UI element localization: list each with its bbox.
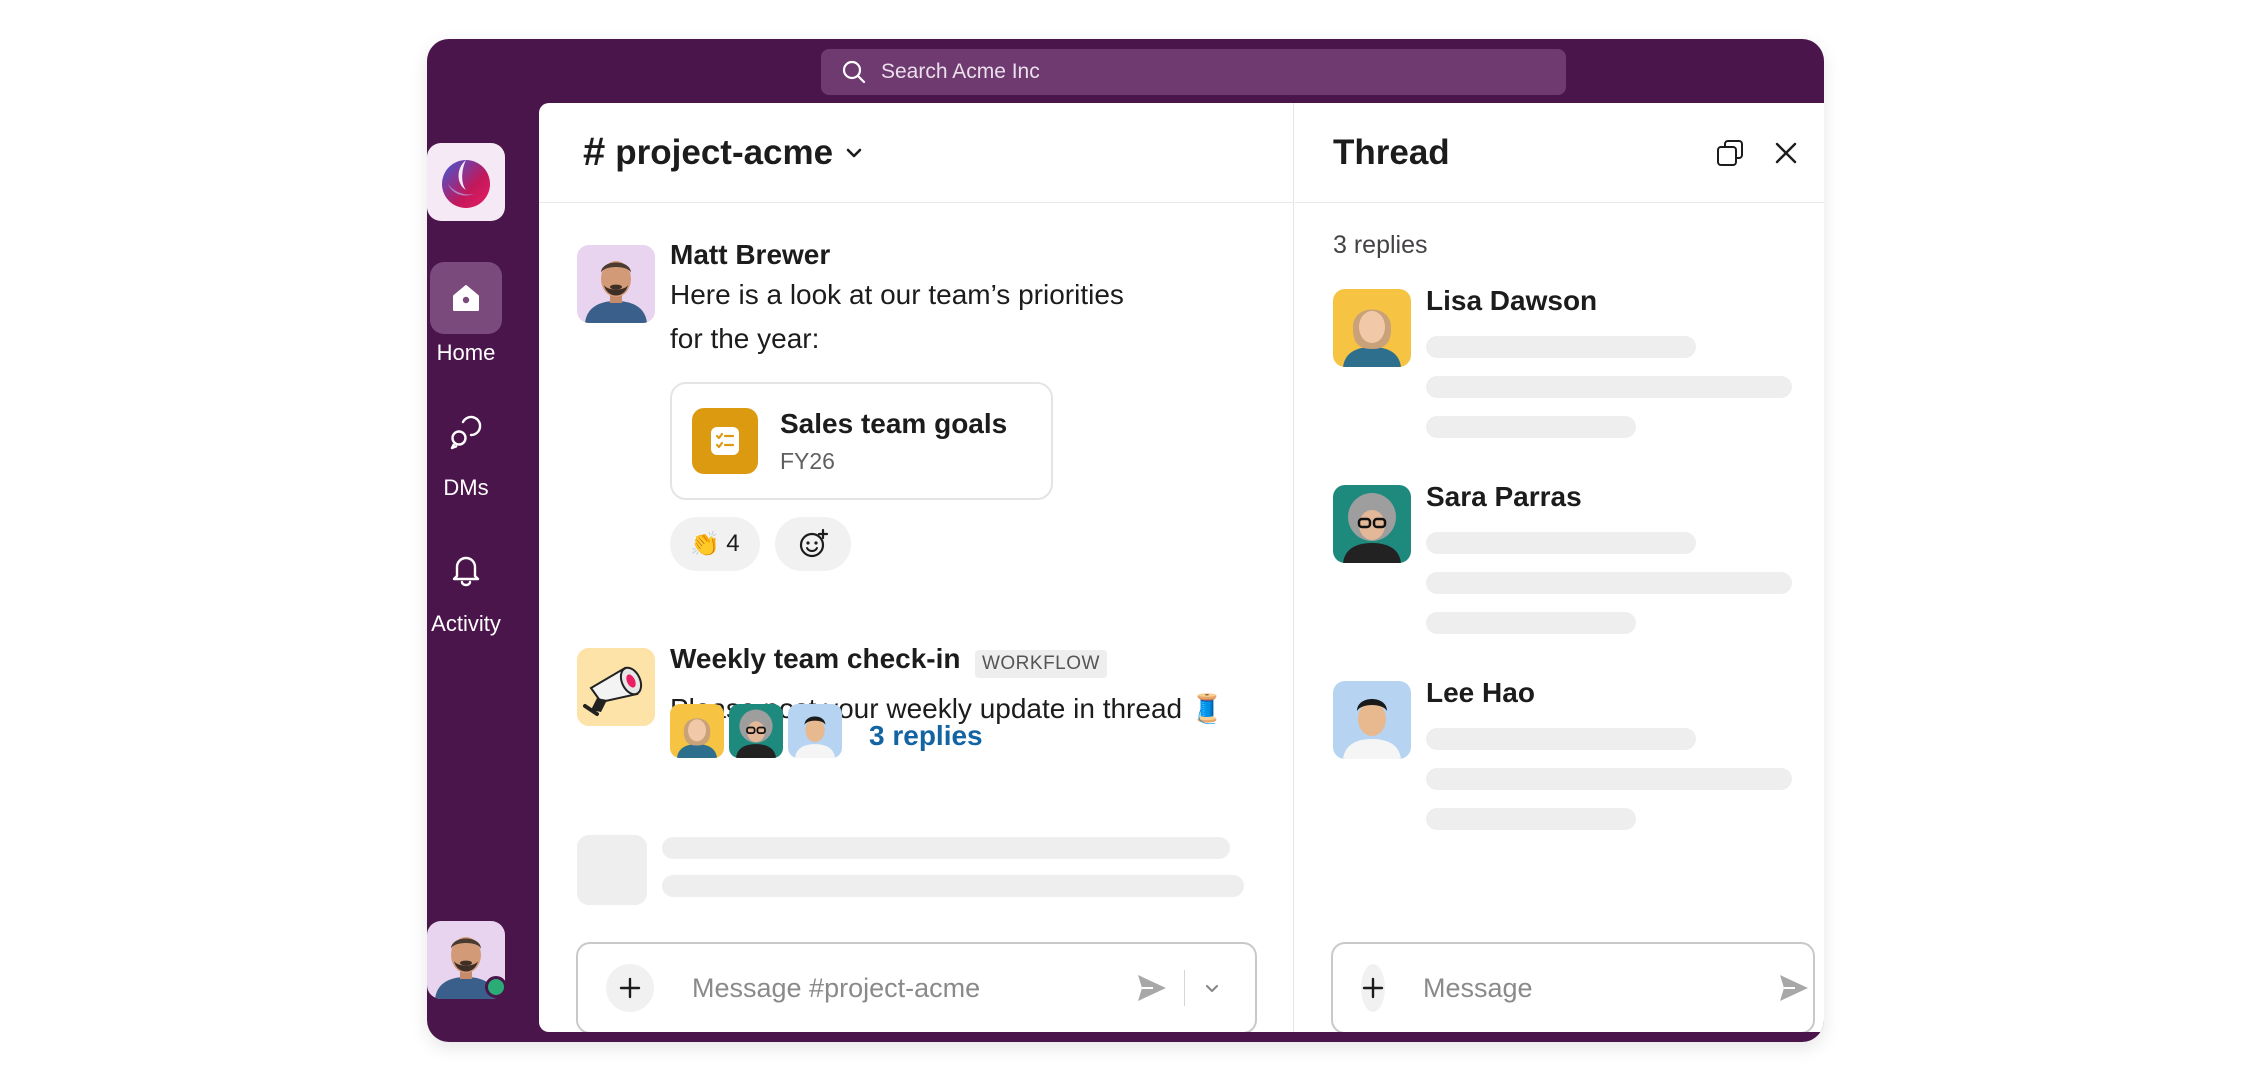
- skeleton-line: [1426, 808, 1636, 830]
- sidebar-rail: Home DMs Activity: [427, 39, 539, 1042]
- megaphone-icon: [577, 648, 655, 726]
- message-sender[interactable]: Weekly team check-in: [670, 643, 961, 674]
- hash-icon: #: [583, 130, 606, 174]
- rail-home-box: [430, 262, 502, 334]
- search-icon: [842, 60, 866, 84]
- send-icon: [1138, 975, 1166, 1001]
- reaction-clap[interactable]: 👏 4: [670, 517, 760, 571]
- workspace-logo[interactable]: [427, 143, 505, 221]
- message-text-line1: Here is a look at our team’s priorities: [670, 279, 1124, 310]
- rail-item-dms[interactable]: DMs: [427, 397, 505, 501]
- presence-indicator: [485, 976, 507, 998]
- checklist-icon: [711, 427, 739, 455]
- popout-icon: [1717, 139, 1743, 166]
- open-in-window-button[interactable]: [1712, 135, 1748, 171]
- add-reaction-button[interactable]: [775, 517, 851, 571]
- thread-reply-count: 3 replies: [1333, 231, 1428, 259]
- send-button[interactable]: [1132, 968, 1172, 1008]
- replies-link[interactable]: 3 replies: [869, 720, 983, 752]
- workflow-sender-row: Weekly team check-in WORKFLOW: [670, 643, 1107, 678]
- user-photo-icon: [788, 704, 842, 758]
- dms-icon: [450, 415, 482, 450]
- rail-item-home[interactable]: Home: [427, 262, 505, 366]
- message-sender[interactable]: Matt Brewer: [670, 239, 830, 271]
- file-icon-box: [692, 408, 758, 474]
- reply-sender[interactable]: Lisa Dawson: [1426, 285, 1597, 317]
- plus-icon: [1362, 977, 1384, 999]
- add-emoji-icon: [799, 528, 829, 558]
- attach-button[interactable]: [606, 964, 654, 1012]
- message-text-line2: for the year:: [670, 323, 820, 354]
- plus-icon: [619, 977, 641, 999]
- channel-name: project-acme: [615, 132, 834, 172]
- search-bar[interactable]: Search Acme Inc: [821, 49, 1566, 95]
- send-button[interactable]: [1777, 968, 1811, 1008]
- avatar-matt-brewer[interactable]: [577, 245, 655, 323]
- avatar-lee-hao[interactable]: [1333, 681, 1411, 759]
- user-photo-icon: [1333, 485, 1411, 563]
- user-photo-icon: [1333, 289, 1411, 367]
- send-icon: [1780, 975, 1808, 1001]
- reaction-count: 4: [726, 530, 740, 557]
- thread-title: Thread: [1333, 132, 1450, 172]
- channel-composer: [576, 942, 1257, 1032]
- bell-icon: [452, 556, 480, 587]
- user-photo-icon: [1333, 681, 1411, 759]
- composer-divider: [1184, 970, 1185, 1006]
- channel-pane: # project-acme Matt Brewer Here is a loo…: [539, 103, 1294, 1032]
- thread-header: Thread: [1295, 103, 1824, 203]
- workflow-badge: WORKFLOW: [974, 649, 1107, 678]
- channel-title-button[interactable]: # project-acme: [539, 130, 865, 175]
- message-input[interactable]: [692, 972, 1132, 1004]
- user-photo-icon: [577, 245, 655, 323]
- rail-label-home: Home: [436, 340, 496, 365]
- skeleton-line: [1426, 336, 1696, 358]
- close-icon: [1775, 142, 1797, 163]
- skeleton-line: [662, 875, 1244, 897]
- chevron-down-icon: [846, 148, 862, 157]
- skeleton-line: [1426, 728, 1696, 750]
- avatar-lisa-dawson[interactable]: [1333, 289, 1411, 367]
- skeleton-line: [1426, 376, 1792, 398]
- search-placeholder: Search Acme Inc: [881, 60, 1040, 83]
- avatar-workflow[interactable]: [577, 648, 655, 726]
- rail-activity-box: [430, 533, 502, 605]
- chevron-down-icon: [1205, 984, 1219, 993]
- file-title: Sales team goals: [780, 408, 1008, 439]
- clap-emoji: 👏: [690, 530, 721, 558]
- avatar-sara-parras[interactable]: [1333, 485, 1411, 563]
- app-window: Search Acme Inc Home DMs Activity # proj…: [427, 39, 1824, 1042]
- rail-item-activity[interactable]: Activity: [427, 533, 505, 637]
- skeleton-line: [1426, 572, 1792, 594]
- main-content: # project-acme Matt Brewer Here is a loo…: [539, 103, 1824, 1032]
- skeleton-line: [662, 837, 1230, 859]
- thread-pane: Thread 3 replies Lisa Dawson Sara Parras…: [1295, 103, 1824, 1032]
- skeleton-line: [1426, 768, 1792, 790]
- rail-label-activity: Activity: [431, 611, 501, 636]
- skeleton-line: [1426, 532, 1696, 554]
- reply-sender[interactable]: Lee Hao: [1426, 677, 1535, 709]
- close-thread-button[interactable]: [1768, 135, 1804, 171]
- file-card[interactable]: Sales team goals FY26: [670, 382, 1053, 500]
- skeleton-line: [1426, 612, 1636, 634]
- home-icon: [453, 285, 479, 311]
- skeleton-avatar: [577, 835, 647, 905]
- rail-dms-box: [430, 397, 502, 469]
- skeleton-line: [1426, 416, 1636, 438]
- send-options-button[interactable]: [1197, 973, 1227, 1003]
- reply-avatar-lisa: [670, 704, 724, 758]
- reply-avatar-sara: [729, 704, 783, 758]
- attach-button[interactable]: [1361, 964, 1385, 1012]
- workspace-logo-icon: [442, 160, 490, 208]
- file-subtitle: FY26: [780, 448, 835, 474]
- reply-sender[interactable]: Sara Parras: [1426, 481, 1582, 513]
- rail-label-dms: DMs: [443, 475, 489, 500]
- channel-header: # project-acme: [539, 103, 1293, 203]
- user-photo-icon: [670, 704, 724, 758]
- thread-composer: [1331, 942, 1815, 1032]
- user-photo-icon: [729, 704, 783, 758]
- thread-message-input[interactable]: [1423, 972, 1777, 1004]
- reply-avatar-lee: [788, 704, 842, 758]
